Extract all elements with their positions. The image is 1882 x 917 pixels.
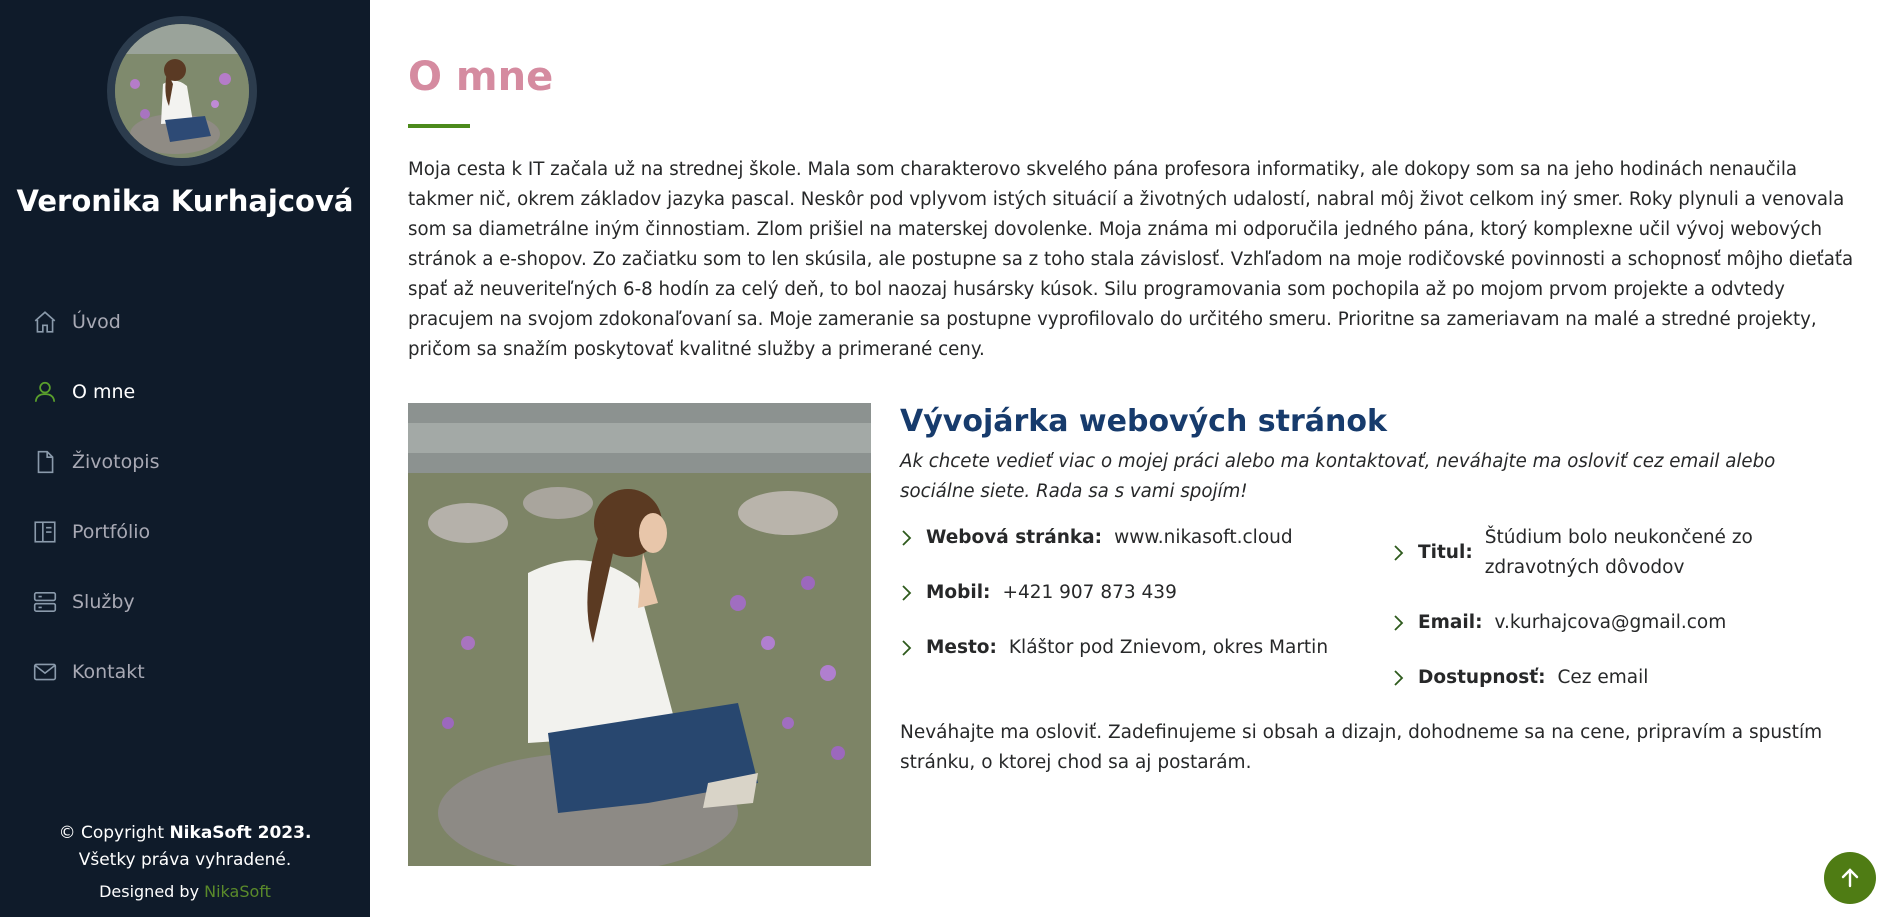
detail-title: Titul: Štúdium bolo neukončené zo zdravo…: [1392, 523, 1850, 583]
nav-item-sluzby[interactable]: Služby: [32, 567, 159, 637]
chevron-right-icon: [900, 523, 914, 553]
intro-text: Moja cesta k IT začala už na strednej šk…: [408, 159, 1854, 360]
lead-text: Ak chcete vedieť viac o mojej práci aleb…: [900, 451, 1776, 502]
chevron-right-icon: [900, 578, 914, 608]
outro-text: Neváhajte ma osloviť. Zadefinujeme si ob…: [900, 722, 1823, 773]
person-icon: [32, 379, 58, 405]
server-icon: [32, 589, 58, 615]
nav-item-zivotopis[interactable]: Životopis: [32, 427, 159, 497]
designed-by-label: Designed by: [99, 882, 200, 901]
nav-label: Kontakt: [72, 661, 145, 683]
side-nav: Úvod O mne Životopis Portfólio Služby Ko…: [32, 287, 159, 707]
nav-label: Životopis: [72, 451, 160, 473]
detail-label: Dostupnosť:: [1418, 667, 1546, 688]
nav-item-uvod[interactable]: Úvod: [32, 287, 159, 357]
copyright-brand: NikaSoft 2023.: [169, 823, 312, 843]
nav-label: Služby: [72, 591, 135, 613]
detail-label: Titul:: [1418, 542, 1473, 563]
back-to-top-button[interactable]: [1824, 852, 1876, 904]
chevron-right-icon: [1392, 538, 1406, 568]
home-icon: [32, 309, 58, 335]
detail-label: Mesto:: [926, 637, 997, 658]
copyright-prefix: © Copyright: [58, 823, 165, 843]
detail-label: Email:: [1418, 612, 1483, 633]
designer-link[interactable]: NikaSoft: [204, 882, 271, 901]
copyright: © Copyright NikaSoft 2023.: [0, 820, 370, 847]
detail-website: Webová stránka: www.nikasoft.cloud: [900, 523, 1392, 553]
detail-label: Webová stránka:: [926, 527, 1103, 548]
detail-value: Štúdium bolo neukončené zo zdravotných d…: [1484, 527, 1753, 578]
book-icon: [32, 519, 58, 545]
sidebar-footer: © Copyright NikaSoft 2023. Všetky práva …: [0, 820, 370, 905]
file-icon: [32, 449, 58, 475]
details-right: Titul: Štúdium bolo neukončené zo zdravo…: [1392, 523, 1850, 718]
title-underline: [408, 124, 470, 128]
detail-availability: Dostupnosť: Cez email: [1392, 663, 1850, 693]
detail-value: Kláštor pod Znievom, okres Martin: [1008, 637, 1329, 658]
chevron-right-icon: [1392, 663, 1406, 693]
detail-value: Cez email: [1557, 667, 1649, 688]
nav-label: Úvod: [72, 311, 121, 333]
detail-value: +421 907 873 439: [1002, 582, 1177, 603]
nav-label: Portfólio: [72, 521, 151, 543]
profile-photo: [408, 403, 871, 866]
rights-text: Všetky práva vyhradené.: [78, 850, 292, 870]
details-left: Webová stránka: www.nikasoft.cloud Mobil…: [900, 523, 1392, 718]
chevron-right-icon: [900, 633, 914, 663]
nav-item-kontakt[interactable]: Kontakt: [32, 637, 159, 707]
role-title: Vývojárka webových stránok: [900, 404, 1387, 439]
page-title: O mne: [408, 54, 554, 100]
nav-label: O mne: [72, 381, 136, 403]
detail-email: Email: v.kurhajcova@gmail.com: [1392, 608, 1850, 638]
chevron-right-icon: [1392, 608, 1406, 638]
detail-value: www.nikasoft.cloud: [1114, 527, 1293, 548]
detail-label: Mobil:: [926, 582, 991, 603]
nav-item-o-mne[interactable]: O mne: [32, 357, 159, 427]
about-details: Vývojárka webových stránok Ak chcete ved…: [900, 400, 1850, 778]
avatar: [107, 16, 257, 166]
detail-value: v.kurhajcova@gmail.com: [1494, 612, 1727, 633]
detail-city: Mesto: Kláštor pod Znievom, okres Martin: [900, 633, 1392, 663]
envelope-icon: [32, 659, 58, 685]
sidebar: Veronika Kurhajcová Úvod O mne Životopis…: [0, 0, 370, 917]
nav-item-portfolio[interactable]: Portfólio: [32, 497, 159, 567]
profile-name: Veronika Kurhajcová: [16, 184, 354, 218]
detail-mobile: Mobil: +421 907 873 439: [900, 578, 1392, 608]
details-columns: Webová stránka: www.nikasoft.cloud Mobil…: [900, 523, 1850, 718]
arrow-up-icon: [1841, 868, 1859, 888]
credits: Designed by NikaSoft: [0, 878, 370, 905]
